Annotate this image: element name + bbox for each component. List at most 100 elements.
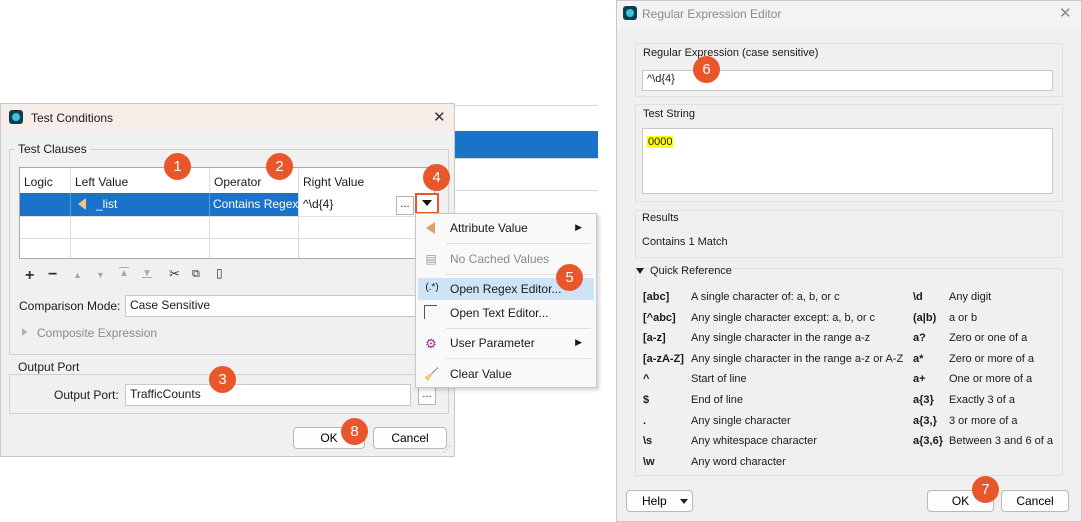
- output-port-input[interactable]: TrafficCounts: [125, 384, 411, 406]
- attribute-icon: [426, 222, 435, 234]
- test-conditions-dialog: Test Conditions ✕ Test Clauses Logic Lef…: [0, 103, 455, 457]
- cache-icon: ▤: [425, 252, 437, 266]
- chevron-right-icon[interactable]: [22, 328, 27, 336]
- background-canvas: [455, 105, 598, 215]
- quick-reference-code: [abc]: [643, 291, 670, 303]
- col-divider: [209, 193, 210, 216]
- menu-item-label: Open Regex Editor...: [450, 282, 562, 296]
- quick-reference-description: Any word character: [691, 455, 786, 468]
- left-value-cell[interactable]: _list: [96, 197, 117, 211]
- row-divider: [20, 216, 434, 217]
- chevron-down-icon: [680, 499, 688, 504]
- broom-icon: 🧹: [424, 367, 439, 381]
- quick-reference-description: A single character of: a, b, or c: [691, 291, 840, 303]
- step-marker: 5: [556, 264, 583, 291]
- col-header-operator[interactable]: Operator: [214, 175, 261, 189]
- quick-reference-label[interactable]: Quick Reference: [650, 265, 732, 277]
- help-label: Help: [642, 494, 667, 508]
- quick-reference-code: \d: [913, 291, 923, 303]
- quick-reference-code: a+: [913, 373, 926, 386]
- col-divider: [70, 193, 71, 216]
- regex-icon: (.*): [425, 282, 439, 293]
- move-top-icon[interactable]: ▲: [119, 268, 129, 279]
- test-string-input[interactable]: 0000: [642, 128, 1053, 194]
- quick-reference-description: Zero or more of a: [949, 352, 1034, 365]
- paste-icon[interactable]: ▯: [216, 266, 223, 280]
- quick-reference-description: a or b: [949, 311, 978, 324]
- step-marker: 4: [423, 164, 450, 191]
- menu-item-clear-value[interactable]: 🧹 Clear Value: [416, 363, 596, 385]
- menu-item-label: User Parameter: [450, 336, 535, 350]
- output-port-ellipsis-button[interactable]: ...: [418, 386, 436, 405]
- close-icon[interactable]: ✕: [433, 108, 446, 126]
- quick-reference-code: [a-zA-Z]: [643, 352, 684, 365]
- app-icon: [9, 110, 23, 124]
- text-editor-icon: [424, 305, 437, 319]
- row-divider: [20, 238, 434, 239]
- add-clause-icon[interactable]: +: [25, 267, 34, 285]
- quick-reference-code: .: [643, 414, 647, 427]
- quick-reference-code: a*: [913, 352, 924, 365]
- quick-reference-description: Between 3 and 6 of a: [949, 435, 1053, 448]
- step-marker: 6: [693, 56, 720, 83]
- quick-reference-description: Start of line: [691, 373, 747, 386]
- quick-reference-code: a{3}: [913, 394, 934, 406]
- right-value-ellipsis-button[interactable]: ...: [396, 196, 414, 215]
- menu-item-user-parameter[interactable]: ⚙ User Parameter ▶: [416, 332, 596, 354]
- parameter-icon: ⚙: [425, 336, 437, 351]
- cut-icon[interactable]: ✂: [169, 266, 180, 282]
- table-row[interactable]: _list Contains Regex: [20, 193, 298, 216]
- col-header-left-value[interactable]: Left Value: [75, 175, 128, 189]
- comparison-mode-select[interactable]: Case Sensitive: [125, 295, 425, 317]
- cancel-button[interactable]: Cancel: [373, 427, 447, 449]
- regex-label: Regular Expression (case sensitive): [643, 47, 819, 59]
- step-marker: 7: [972, 476, 999, 503]
- operator-cell[interactable]: Contains Regex: [213, 197, 298, 211]
- move-bottom-icon[interactable]: ▼: [142, 268, 152, 279]
- quick-reference-description: 3 or more of a: [949, 414, 1018, 427]
- background-divider: [455, 158, 598, 159]
- results-label: Results: [642, 212, 679, 224]
- submenu-arrow-icon: ▶: [575, 337, 582, 347]
- right-value-cell[interactable]: ^\d{4}: [303, 197, 333, 211]
- quick-reference-description: Any single character except: a, b, or c: [691, 311, 876, 324]
- right-value-dropdown-button[interactable]: [415, 193, 439, 214]
- menu-item-attribute-value[interactable]: Attribute Value ▶: [416, 217, 596, 239]
- copy-icon[interactable]: ⧉: [192, 268, 200, 281]
- remove-clause-icon[interactable]: −: [48, 266, 57, 284]
- title-bar: Test Conditions ✕: [1, 104, 454, 131]
- menu-item-label: No Cached Values: [450, 252, 550, 266]
- composite-expression-label[interactable]: Composite Expression: [37, 326, 157, 340]
- submenu-arrow-icon: ▶: [575, 222, 582, 232]
- quick-reference-description: Any single character in the range a-z or…: [691, 352, 904, 365]
- quick-reference-description: Any single character in the range a-z: [691, 332, 871, 345]
- quick-reference-code: \s: [643, 435, 653, 448]
- chevron-down-icon[interactable]: [636, 268, 644, 274]
- step-marker: 2: [266, 153, 293, 180]
- quick-reference-description: One or more of a: [949, 373, 1033, 386]
- clauses-table[interactable]: Logic Left Value Operator Right Value _l…: [19, 167, 435, 259]
- menu-item-label: Clear Value: [450, 367, 512, 381]
- move-up-icon[interactable]: ▲: [73, 270, 82, 280]
- attribute-icon: [78, 198, 86, 210]
- cancel-button[interactable]: Cancel: [1001, 490, 1069, 512]
- quick-reference-description: Zero or one of a: [949, 332, 1028, 345]
- menu-item-label: Open Text Editor...: [450, 306, 549, 320]
- resize-grip-icon[interactable]: ⋰: [443, 445, 451, 454]
- test-string-label: Test String: [643, 108, 695, 120]
- col-header-right-value[interactable]: Right Value: [303, 175, 364, 189]
- results-section: [635, 210, 1063, 258]
- step-marker: 1: [164, 153, 191, 180]
- close-icon[interactable]: ✕: [1059, 4, 1072, 22]
- move-down-icon[interactable]: ▼: [96, 270, 105, 280]
- quick-reference-code: a?: [913, 332, 926, 345]
- col-header-logic[interactable]: Logic: [24, 175, 53, 189]
- col-divider: [298, 168, 299, 258]
- menu-item-open-text-editor[interactable]: Open Text Editor...: [416, 302, 596, 324]
- output-port-label: Output Port:: [54, 388, 119, 402]
- quick-reference-code: ^: [643, 373, 650, 386]
- regex-editor-dialog: Regular Expression Editor ✕ Regular Expr…: [616, 0, 1082, 522]
- menu-separator: [446, 358, 591, 359]
- quick-reference-description: Any whitespace character: [691, 435, 817, 448]
- help-button[interactable]: Help: [626, 490, 693, 512]
